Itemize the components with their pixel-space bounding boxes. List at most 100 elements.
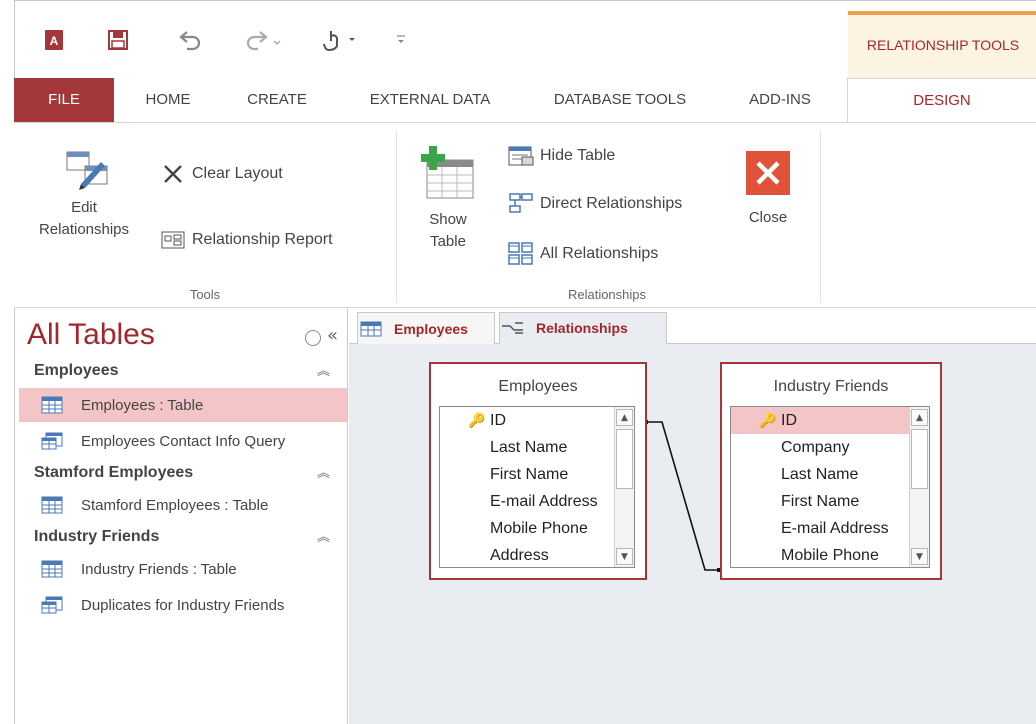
nav-group-employees[interactable]: Employees ︽ xyxy=(15,356,348,386)
collapse-group-icon: ︽ xyxy=(316,363,330,378)
document-area: Employees Relationships Employees 🔑 ID L… xyxy=(349,308,1036,724)
all-relationships-icon xyxy=(508,242,534,265)
table-icon xyxy=(41,560,63,578)
query-icon xyxy=(41,596,63,614)
nav-group-label: Employees xyxy=(34,362,119,379)
field-label: Company xyxy=(781,439,850,456)
field-list[interactable]: 🔑 ID Last Name First Name E-mail Address… xyxy=(439,406,635,568)
touch-mode-icon[interactable] xyxy=(317,25,365,55)
scroll-thumb[interactable] xyxy=(616,429,633,489)
field-row[interactable]: E-mail Address xyxy=(440,488,616,515)
field-row[interactable]: First Name xyxy=(440,461,616,488)
shutter-bar-collapse-icon[interactable]: « xyxy=(327,325,338,346)
nav-group-industry-friends[interactable]: Industry Friends ︽ xyxy=(15,522,348,552)
table-box-industry-friends[interactable]: Industry Friends 🔑 ID Company Last Name … xyxy=(720,362,942,580)
field-label: Mobile Phone xyxy=(781,547,879,564)
field-label: Last Name xyxy=(781,466,859,483)
direct-relationships-label: Direct Relationships xyxy=(540,195,683,212)
edit-relationships-icon xyxy=(26,139,142,197)
field-row[interactable]: Mobile Phone xyxy=(731,542,911,567)
tab-add-ins[interactable]: ADD-INS xyxy=(732,78,828,122)
title-bar: A RELATIONSHIP TOOLS xyxy=(14,0,1036,81)
field-label: First Name xyxy=(781,493,860,510)
tab-create[interactable]: CREATE xyxy=(234,78,320,122)
ribbon-separator xyxy=(396,131,397,303)
scroll-up-icon[interactable]: ▲ xyxy=(616,409,633,426)
ribbon: Edit Relationships Clear Layout Relation… xyxy=(14,122,1036,308)
field-label: Address xyxy=(490,547,549,564)
ribbon-separator xyxy=(820,131,821,303)
table-box-title: Employees xyxy=(498,378,578,395)
relationships-group-label: Relationships xyxy=(567,287,647,302)
query-icon xyxy=(41,432,63,450)
scroll-up-icon[interactable]: ▲ xyxy=(911,409,928,426)
save-icon[interactable] xyxy=(103,25,133,55)
tab-database-tools[interactable]: DATABASE TOOLS xyxy=(530,78,710,122)
customize-qat-icon[interactable] xyxy=(391,25,411,55)
ribbon-tabs: FILE HOME CREATE EXTERNAL DATA DATABASE … xyxy=(14,78,1036,122)
field-list-scrollbar[interactable]: ▲ ▼ xyxy=(909,407,929,567)
nav-item-label: Employees : Table xyxy=(81,396,204,414)
undo-icon[interactable] xyxy=(173,25,207,55)
tab-home[interactable]: HOME xyxy=(130,78,206,122)
direct-relationships-button[interactable]: Direct Relationships xyxy=(508,189,682,219)
field-row-selected[interactable]: 🔑 ID xyxy=(731,407,911,434)
scroll-down-icon[interactable]: ▼ xyxy=(911,548,928,565)
show-table-label-2: Table xyxy=(430,233,466,250)
all-relationships-label: All Relationships xyxy=(540,245,659,262)
relationship-report-icon xyxy=(160,229,186,251)
clear-layout-button[interactable]: Clear Layout xyxy=(160,159,283,189)
relationship-report-button[interactable]: Relationship Report xyxy=(160,225,333,255)
table-icon xyxy=(41,396,63,414)
show-table-icon xyxy=(408,139,488,209)
clear-layout-icon xyxy=(160,163,186,185)
all-relationships-button[interactable]: All Relationships xyxy=(508,239,658,269)
nav-item-label: Industry Friends : Table xyxy=(81,560,237,578)
scroll-thumb[interactable] xyxy=(911,429,928,489)
field-list-scrollbar[interactable]: ▲ ▼ xyxy=(614,407,634,567)
field-row[interactable]: Address xyxy=(440,542,616,567)
primary-key-icon: 🔑 xyxy=(759,412,777,428)
nav-item-industry-friends-table[interactable]: Industry Friends : Table xyxy=(19,552,347,586)
navigation-pane: All Tables « Employees ︽ Employees : Tab… xyxy=(14,308,348,724)
nav-item-label: Stamford Employees : Table xyxy=(81,496,269,514)
tab-design[interactable]: DESIGN xyxy=(847,78,1036,122)
tab-external-data[interactable]: EXTERNAL DATA xyxy=(350,78,510,122)
redo-icon[interactable] xyxy=(241,25,287,55)
show-table-button[interactable]: Show Table xyxy=(408,139,488,269)
field-label: Last Name xyxy=(490,439,568,456)
nav-group-stamford-employees[interactable]: Stamford Employees ︽ xyxy=(15,458,348,488)
edit-relationships-label-2: Relationships xyxy=(38,221,130,238)
nav-group-label: Stamford Employees xyxy=(34,464,194,481)
field-row[interactable]: Mobile Phone xyxy=(440,515,616,542)
field-label: ID xyxy=(490,412,506,429)
field-label: First Name xyxy=(490,466,569,483)
collapse-group-icon: ︽ xyxy=(316,529,330,544)
nav-item-stamford-employees-table[interactable]: Stamford Employees : Table xyxy=(19,488,347,522)
hide-table-label: Hide Table xyxy=(540,147,616,164)
primary-key-icon: 🔑 xyxy=(468,412,486,428)
nav-item-duplicates-query[interactable]: Duplicates for Industry Friends xyxy=(19,588,347,622)
field-row[interactable]: Company xyxy=(731,434,911,461)
nav-pane-menu-icon[interactable] xyxy=(305,330,321,346)
scroll-down-icon[interactable]: ▼ xyxy=(616,548,633,565)
nav-item-employees-contact-info-query[interactable]: Employees Contact Info Query xyxy=(19,424,347,458)
field-label: ID xyxy=(781,412,797,429)
access-logo-icon: A xyxy=(39,25,69,55)
hide-table-button[interactable]: Hide Table xyxy=(508,141,615,171)
nav-pane-title[interactable]: All Tables xyxy=(27,318,155,352)
field-row[interactable]: Last Name xyxy=(440,434,616,461)
field-row[interactable]: E-mail Address xyxy=(731,515,911,542)
relationship-report-label: Relationship Report xyxy=(192,231,333,248)
table-box-employees[interactable]: Employees 🔑 ID Last Name First Name E-ma… xyxy=(429,362,647,580)
field-row[interactable]: 🔑 ID xyxy=(440,407,616,434)
field-list[interactable]: 🔑 ID Company Last Name First Name E-mail… xyxy=(730,406,930,568)
edit-relationships-button[interactable]: Edit Relationships xyxy=(26,139,142,269)
nav-item-employees-table[interactable]: Employees : Table xyxy=(19,388,347,422)
svg-text:A: A xyxy=(50,34,59,48)
close-relationships-button[interactable]: Close xyxy=(734,145,802,255)
field-row[interactable]: Last Name xyxy=(731,461,911,488)
field-row[interactable]: First Name xyxy=(731,488,911,515)
tools-group-label: Tools xyxy=(189,287,221,302)
tab-file[interactable]: FILE xyxy=(14,78,114,122)
